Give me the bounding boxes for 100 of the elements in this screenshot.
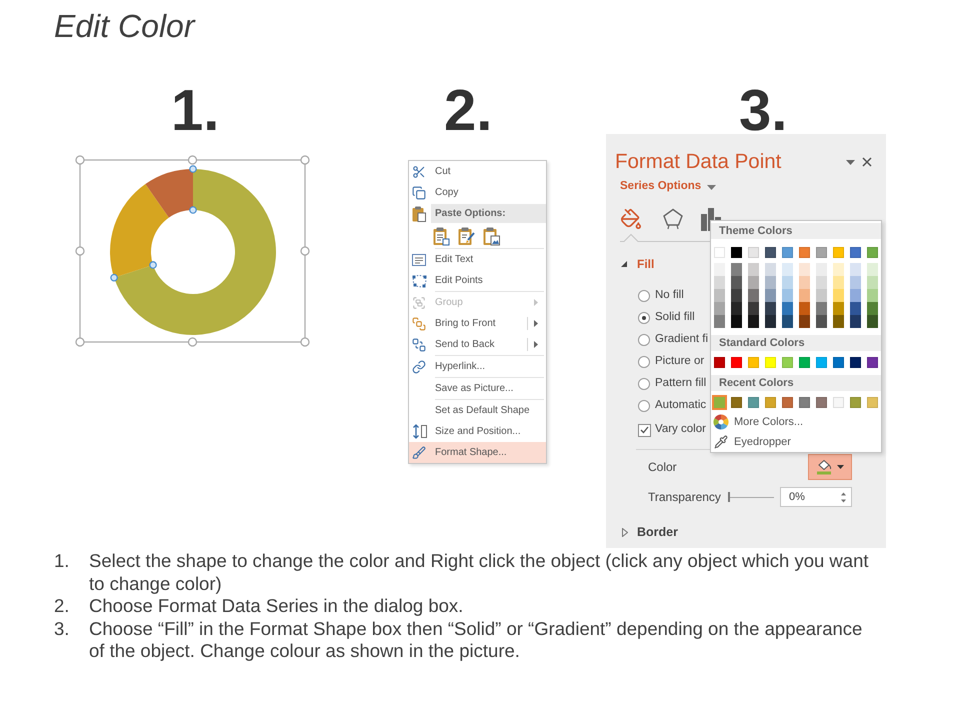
swatch-icon[interactable] [850,302,861,315]
swatch-icon[interactable] [867,247,878,258]
swatch-icon[interactable] [748,302,759,315]
swatch-icon[interactable] [714,302,725,315]
swatch-icon[interactable] [748,357,759,368]
swatch-icon[interactable] [731,302,742,315]
swatch-icon[interactable] [714,276,725,289]
donut-slice[interactable] [110,184,169,278]
swatch-icon[interactable] [714,289,725,302]
swatch-icon[interactable] [816,247,827,258]
swatch-icon[interactable] [816,357,827,368]
swatch-icon[interactable] [850,357,861,368]
swatch-icon[interactable] [833,276,844,289]
swatch-icon[interactable] [782,289,793,302]
section-heading[interactable]: Fill [637,255,654,273]
swatch-icon[interactable] [731,247,742,258]
menu-item[interactable]: Size and Position... [409,421,546,442]
spinner-arrows-icon[interactable] [841,492,846,502]
clipboard-picture-icon[interactable] [483,226,500,246]
point-handle[interactable] [149,261,157,269]
resize-handle[interactable] [75,155,85,165]
swatch-icon[interactable] [867,276,878,289]
swatch-icon[interactable] [748,263,759,276]
swatch-icon[interactable] [765,302,776,315]
menu-item[interactable]: Bring to Front [409,313,546,334]
checkbox[interactable] [638,424,651,436]
swatch-icon[interactable] [782,302,793,315]
clipboard-text-icon[interactable] [433,226,450,246]
swatch-icon[interactable] [782,357,793,368]
swatch-icon[interactable] [867,263,878,276]
resize-handle[interactable] [300,246,310,256]
swatch-icon[interactable] [799,263,810,276]
menu-item[interactable]: Edit Points [409,270,546,291]
resize-handle[interactable] [75,246,85,256]
donut-slice[interactable] [145,169,193,218]
swatch-icon[interactable] [782,315,793,328]
radio-button[interactable] [638,400,650,412]
menu-item[interactable]: Edit Text [409,249,546,270]
swatch-icon[interactable] [782,263,793,276]
point-handle[interactable] [189,165,197,173]
resize-handle[interactable] [300,337,310,347]
swatch-icon[interactable] [816,397,827,408]
fill-color-button[interactable] [808,454,852,480]
swatch-icon[interactable] [765,357,776,368]
swatch-icon[interactable] [867,315,878,328]
swatch-icon[interactable] [731,357,742,368]
resize-handle[interactable] [300,155,310,165]
clipboard-brush-icon[interactable] [458,226,475,246]
swatch-icon[interactable] [850,276,861,289]
swatch-icon[interactable] [765,263,776,276]
swatch-icon[interactable] [714,263,725,276]
swatch-icon[interactable] [799,302,810,315]
swatch-icon[interactable] [714,315,725,328]
swatch-icon[interactable] [850,397,861,408]
radio-button[interactable] [638,290,650,302]
series-options-dropdown[interactable]: Series Options [620,179,716,195]
menu-item[interactable]: Save as Picture... [409,378,546,399]
swatch-icon[interactable] [867,302,878,315]
swatch-icon[interactable] [799,289,810,302]
swatch-icon[interactable] [850,289,861,302]
swatch-icon[interactable] [867,357,878,368]
swatch-icon[interactable] [748,289,759,302]
transparency-input[interactable]: 0% [780,487,852,507]
point-handle[interactable] [189,206,197,214]
resize-handle[interactable] [188,155,198,165]
swatch-icon[interactable] [714,247,725,258]
swatch-icon[interactable] [867,289,878,302]
swatch-icon[interactable] [731,276,742,289]
swatch-icon[interactable] [833,247,844,258]
swatch-icon[interactable] [799,276,810,289]
swatch-icon[interactable] [731,263,742,276]
swatch-icon[interactable] [748,315,759,328]
pentagon-icon[interactable] [662,208,684,230]
swatch-icon[interactable] [850,247,861,258]
radio-button[interactable] [638,312,650,324]
menu-item[interactable]: Set as Default Shape [409,400,546,421]
palette-menu-item[interactable]: More Colors... [711,412,804,432]
collapsed-triangle-icon[interactable] [622,528,628,536]
point-handle[interactable] [110,274,118,282]
swatch-icon[interactable] [782,397,793,408]
resize-handle[interactable] [75,337,85,347]
swatch-icon[interactable] [765,289,776,302]
swatch-icon[interactable] [799,247,810,258]
swatch-icon[interactable] [816,263,827,276]
swatch-icon[interactable] [765,397,776,408]
swatch-icon[interactable] [782,247,793,258]
swatch-icon[interactable] [850,263,861,276]
swatch-icon[interactable] [765,315,776,328]
swatch-icon[interactable] [833,289,844,302]
swatch-icon[interactable] [833,302,844,315]
swatch-icon[interactable] [816,276,827,289]
radio-button[interactable] [638,378,650,390]
swatch-icon[interactable] [765,247,776,258]
menu-item[interactable]: Format Shape... [409,442,546,463]
menu-item[interactable]: Hyperlink... [409,356,546,377]
swatch-icon[interactable] [799,315,810,328]
swatch-icon[interactable] [731,289,742,302]
swatch-icon[interactable] [833,397,844,408]
swatch-icon[interactable] [782,276,793,289]
radio-button[interactable] [638,334,650,346]
